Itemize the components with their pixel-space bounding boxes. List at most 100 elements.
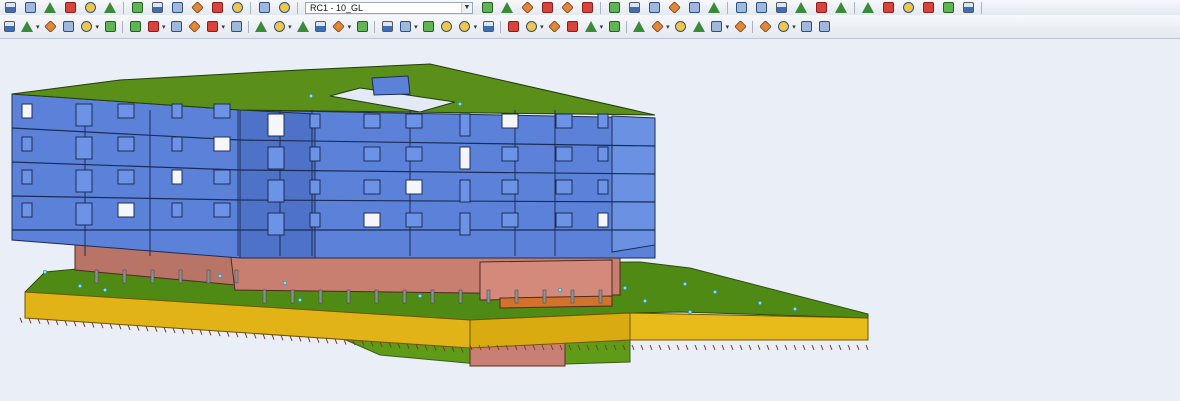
hinge-icon[interactable] [732, 18, 748, 36]
render-wire-icon[interactable] [505, 18, 521, 36]
clipping-icon[interactable] [631, 18, 647, 36]
info-icon[interactable] [773, 1, 789, 15]
opening-icon[interactable] [102, 18, 118, 36]
pencil-icon[interactable] [169, 1, 185, 15]
load-case-combo[interactable]: RC1 - 10_GL ▼ [305, 1, 473, 14]
filter-icon[interactable] [145, 18, 161, 36]
print-icon[interactable] [82, 1, 98, 15]
folder-icon[interactable] [22, 1, 38, 15]
search-icon[interactable] [189, 1, 205, 15]
settings-icon[interactable] [733, 1, 749, 15]
plugin-icon[interactable] [900, 1, 916, 15]
support-tick [244, 332, 248, 339]
list-icon[interactable] [606, 1, 622, 15]
check-icon[interactable] [753, 1, 769, 15]
visibility-icon[interactable] [649, 18, 665, 36]
building-model[interactable] [0, 39, 1180, 401]
chart-icon[interactable] [940, 1, 956, 15]
database-icon[interactable] [42, 1, 58, 15]
render-icon[interactable] [920, 1, 936, 15]
display-icon[interactable] [457, 18, 473, 36]
guide-icon[interactable] [606, 18, 622, 36]
support-icon[interactable] [686, 1, 702, 15]
table-icon[interactable] [579, 1, 595, 15]
comment-icon[interactable] [583, 18, 599, 36]
copy-icon[interactable] [228, 18, 244, 36]
view-z-icon[interactable] [379, 18, 395, 36]
snap-icon[interactable] [775, 18, 791, 36]
document-icon[interactable] [256, 1, 272, 15]
zoom-icon[interactable] [209, 1, 225, 15]
rotate-icon[interactable] [187, 18, 203, 36]
support-view-icon[interactable] [709, 18, 725, 36]
axes-icon[interactable] [547, 18, 563, 36]
dropdown-arrow-icon[interactable]: ▾ [540, 23, 544, 31]
diagram-icon[interactable] [559, 1, 575, 15]
window [597, 179, 609, 195]
dropdown-arrow-icon[interactable]: ▾ [162, 23, 166, 31]
node-icon[interactable] [1, 18, 17, 36]
dropdown-arrow-icon[interactable]: ▾ [348, 23, 352, 31]
surface-icon[interactable] [61, 18, 77, 36]
view-y-icon[interactable] [354, 18, 370, 36]
model-viewport[interactable] [0, 39, 1180, 401]
link-icon[interactable] [793, 1, 809, 15]
chevron-down-icon[interactable]: ▼ [461, 2, 472, 13]
divide-icon[interactable] [271, 18, 287, 36]
dimension-icon[interactable] [565, 18, 581, 36]
dropdown-arrow-icon[interactable]: ▾ [96, 23, 100, 31]
redo-icon[interactable] [149, 1, 165, 15]
zoom-all-icon[interactable] [397, 18, 413, 36]
move-icon[interactable] [205, 18, 221, 36]
section-icon[interactable] [295, 18, 311, 36]
calculate-icon[interactable] [706, 1, 722, 15]
dropdown-arrow-icon[interactable]: ▾ [222, 23, 226, 31]
select-icon[interactable] [169, 18, 185, 36]
render-solid-icon[interactable] [480, 18, 496, 36]
color-icon[interactable] [673, 18, 689, 36]
next-icon[interactable] [499, 1, 515, 15]
frame-icon[interactable] [229, 1, 245, 15]
mirror-icon[interactable] [253, 18, 269, 36]
open-icon[interactable] [2, 1, 18, 15]
load-icon[interactable] [127, 18, 143, 36]
stress-icon[interactable] [646, 1, 662, 15]
view-iso-icon[interactable] [313, 18, 329, 36]
line-icon[interactable] [19, 18, 35, 36]
window-icon[interactable] [276, 1, 292, 15]
solid-icon[interactable] [79, 18, 95, 36]
color-scale-icon[interactable] [817, 18, 833, 36]
copy-icon-glyph [230, 21, 242, 32]
ok-icon[interactable] [860, 1, 876, 15]
view-x-icon[interactable] [331, 18, 347, 36]
grid-view-icon[interactable] [757, 18, 773, 36]
dropdown-arrow-icon[interactable]: ▾ [36, 23, 40, 31]
dropdown-arrow-icon[interactable]: ▾ [792, 23, 796, 31]
pan-icon[interactable] [439, 18, 455, 36]
dropdown-arrow-icon[interactable]: ▾ [726, 23, 730, 31]
warning-icon[interactable] [813, 1, 829, 15]
dropdown-arrow-icon[interactable]: ▾ [414, 23, 418, 31]
toolbar-separator [981, 1, 982, 14]
save-icon[interactable] [62, 1, 78, 15]
dropdown-arrow-icon[interactable]: ▾ [474, 23, 478, 31]
previous-icon[interactable] [479, 1, 495, 15]
result-icon[interactable] [519, 1, 535, 15]
undo-icon[interactable] [129, 1, 145, 15]
legend-icon[interactable] [691, 18, 707, 36]
export-icon[interactable] [102, 1, 118, 15]
dropdown-arrow-icon[interactable]: ▾ [288, 23, 292, 31]
transparency-icon[interactable] [523, 18, 539, 36]
error-icon[interactable] [833, 1, 849, 15]
member-icon[interactable] [43, 18, 59, 36]
measure-icon[interactable] [799, 18, 815, 36]
notes-icon[interactable] [880, 1, 896, 15]
member-icon[interactable] [666, 1, 682, 15]
grid-icon[interactable] [626, 1, 642, 15]
dropdown-arrow-icon[interactable]: ▾ [666, 23, 670, 31]
zoom-window-icon[interactable] [421, 18, 437, 36]
color-icon-glyph [675, 21, 687, 32]
deformation-icon[interactable] [539, 1, 555, 15]
dropdown-arrow-icon[interactable]: ▾ [600, 23, 604, 31]
print-report-icon[interactable] [960, 1, 976, 15]
